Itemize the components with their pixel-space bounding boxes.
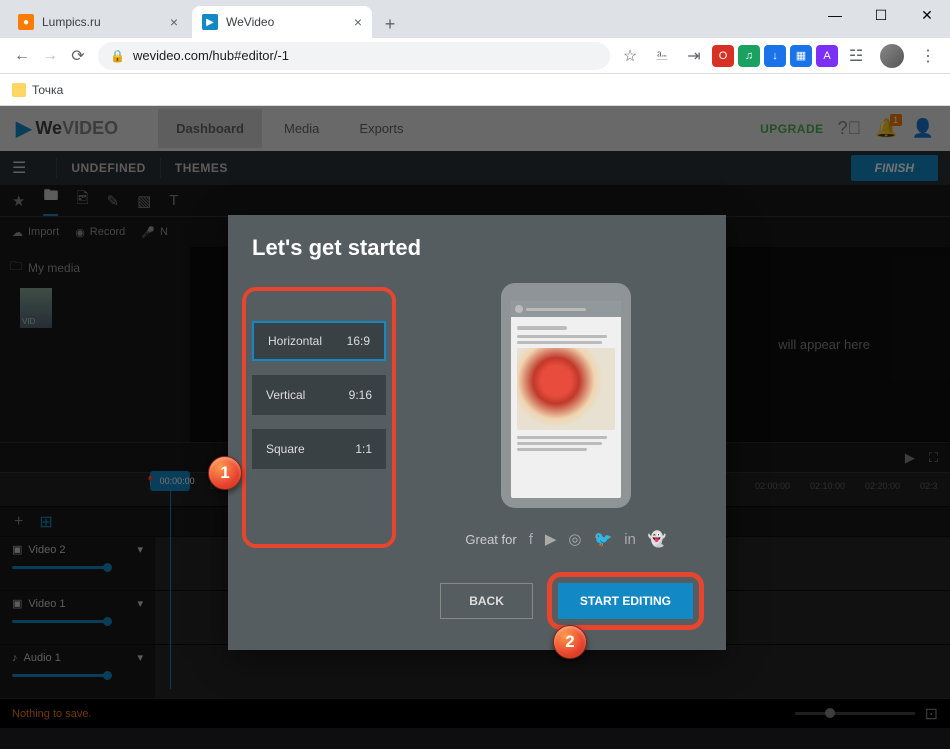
- ext-icon[interactable]: A: [816, 45, 838, 67]
- close-icon[interactable]: ×: [354, 14, 362, 30]
- great-for-row: Great for f ▶ ◎ 🐦 in 👻: [426, 530, 706, 548]
- annotation-marker-1: 1: [208, 456, 242, 490]
- tab-title: WeVideo: [226, 15, 274, 29]
- bookmark-favicon: [12, 83, 26, 97]
- snapchat-icon: 👻: [648, 530, 667, 548]
- tab-wevideo[interactable]: ▶ WeVideo ×: [192, 6, 372, 38]
- url-input[interactable]: 🔒 wevideo.com/hub#editor/-1: [98, 42, 610, 70]
- send-icon[interactable]: ⇥: [680, 42, 708, 70]
- ext-icon[interactable]: ♫: [738, 45, 760, 67]
- reload-button[interactable]: ⟳: [64, 42, 92, 70]
- annotation-box-1: Horizontal 16:9 Vertical 9:16 Square 1:1: [242, 287, 396, 548]
- get-started-modal: Let's get started Horizontal 16:9 Vertic…: [228, 215, 726, 650]
- forward-button[interactable]: →: [36, 42, 64, 70]
- back-button[interactable]: ←: [8, 42, 36, 70]
- twitter-icon: 🐦: [594, 530, 613, 548]
- translate-icon[interactable]: ⎁: [648, 42, 676, 70]
- youtube-icon: ▶: [545, 530, 557, 548]
- reading-list-icon[interactable]: ☳: [842, 42, 870, 70]
- bookmark-item[interactable]: Точка: [12, 83, 63, 97]
- menu-icon[interactable]: ⋮: [914, 42, 942, 70]
- linkedin-icon: in: [624, 531, 636, 548]
- instagram-icon: ◎: [568, 530, 581, 548]
- new-tab-button[interactable]: +: [376, 10, 404, 38]
- minimize-button[interactable]: —: [812, 0, 858, 30]
- facebook-icon: f: [529, 531, 533, 548]
- bookmarks-bar: Точка: [0, 74, 950, 106]
- preview-phone: [501, 283, 631, 508]
- back-button[interactable]: BACK: [440, 583, 533, 619]
- ext-icon[interactable]: ▦: [790, 45, 812, 67]
- favicon-wevideo: ▶: [202, 14, 218, 30]
- ext-icon[interactable]: O: [712, 45, 734, 67]
- lock-icon: 🔒: [110, 49, 125, 63]
- ext-icon[interactable]: ↓: [764, 45, 786, 67]
- maximize-button[interactable]: ☐: [858, 0, 904, 30]
- ratio-vertical[interactable]: Vertical 9:16: [252, 375, 386, 415]
- star-icon[interactable]: ☆: [616, 42, 644, 70]
- ratio-square[interactable]: Square 1:1: [252, 429, 386, 469]
- annotation-box-2: START EDITING: [547, 572, 704, 630]
- address-bar: ← → ⟳ 🔒 wevideo.com/hub#editor/-1 ☆ ⎁ ⇥ …: [0, 38, 950, 74]
- preview-image: [517, 348, 615, 430]
- close-window-button[interactable]: ✕: [904, 0, 950, 30]
- ratio-horizontal[interactable]: Horizontal 16:9: [252, 321, 386, 361]
- favicon-lumpics: ●: [18, 14, 34, 30]
- url-text: wevideo.com/hub#editor/-1: [133, 48, 289, 63]
- modal-title: Let's get started: [228, 215, 726, 277]
- profile-avatar[interactable]: [880, 44, 904, 68]
- tab-title: Lumpics.ru: [42, 15, 101, 29]
- tab-lumpics[interactable]: ● Lumpics.ru ×: [8, 6, 188, 38]
- start-editing-button[interactable]: START EDITING: [558, 583, 693, 619]
- close-icon[interactable]: ×: [170, 14, 178, 30]
- bookmark-label: Точка: [32, 83, 63, 97]
- browser-titlebar: ● Lumpics.ru × ▶ WeVideo × + — ☐ ✕: [0, 0, 950, 38]
- annotation-marker-2: 2: [553, 625, 587, 659]
- extensions: ☆ ⎁ ⇥ O ♫ ↓ ▦ A ☳ ⋮: [616, 42, 942, 70]
